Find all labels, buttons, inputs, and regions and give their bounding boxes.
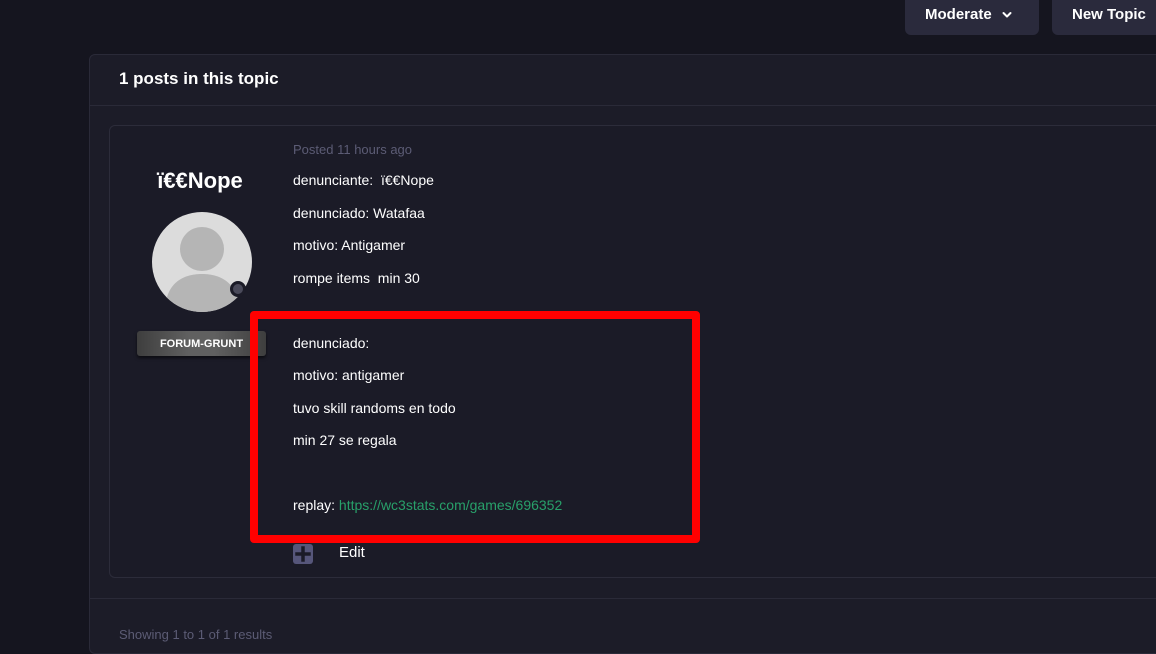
author-name[interactable]: ï€€Nope — [130, 168, 270, 194]
post-line: denunciado: Watafaa — [293, 205, 425, 221]
plus-glyph — [295, 546, 311, 562]
topic-header: 1 posts in this topic — [90, 55, 1156, 106]
footer-divider — [90, 598, 1156, 599]
post-timestamp: Posted 11 hours ago — [293, 142, 413, 157]
topic-panel: 1 posts in this topic ï€€Nope FORUM-GRUN… — [89, 54, 1156, 654]
moderate-label: Moderate — [925, 6, 992, 23]
highlight-annotation-box — [250, 311, 700, 543]
posts-count-title: 1 posts in this topic — [119, 69, 279, 88]
post-line: motivo: Antigamer — [293, 237, 406, 253]
avatar[interactable] — [152, 212, 252, 312]
new-topic-label: New Topic — [1072, 6, 1146, 23]
post-line: rompe items min 30 — [293, 270, 420, 286]
plus-square-icon[interactable] — [293, 544, 313, 564]
chevron-down-icon — [1002, 11, 1012, 17]
user-silhouette-icon — [165, 227, 239, 312]
post-card: ï€€Nope FORUM-GRUNT Posted 11 hours ago … — [109, 125, 1156, 578]
online-status-indicator — [230, 281, 246, 297]
edit-button[interactable]: Edit — [339, 544, 365, 561]
moderate-button[interactable]: Moderate — [905, 0, 1039, 35]
new-topic-button[interactable]: New Topic — [1052, 0, 1156, 35]
rank-badge: FORUM-GRUNT — [137, 331, 266, 356]
post-line: denunciante: ï€€Nope — [293, 172, 434, 188]
